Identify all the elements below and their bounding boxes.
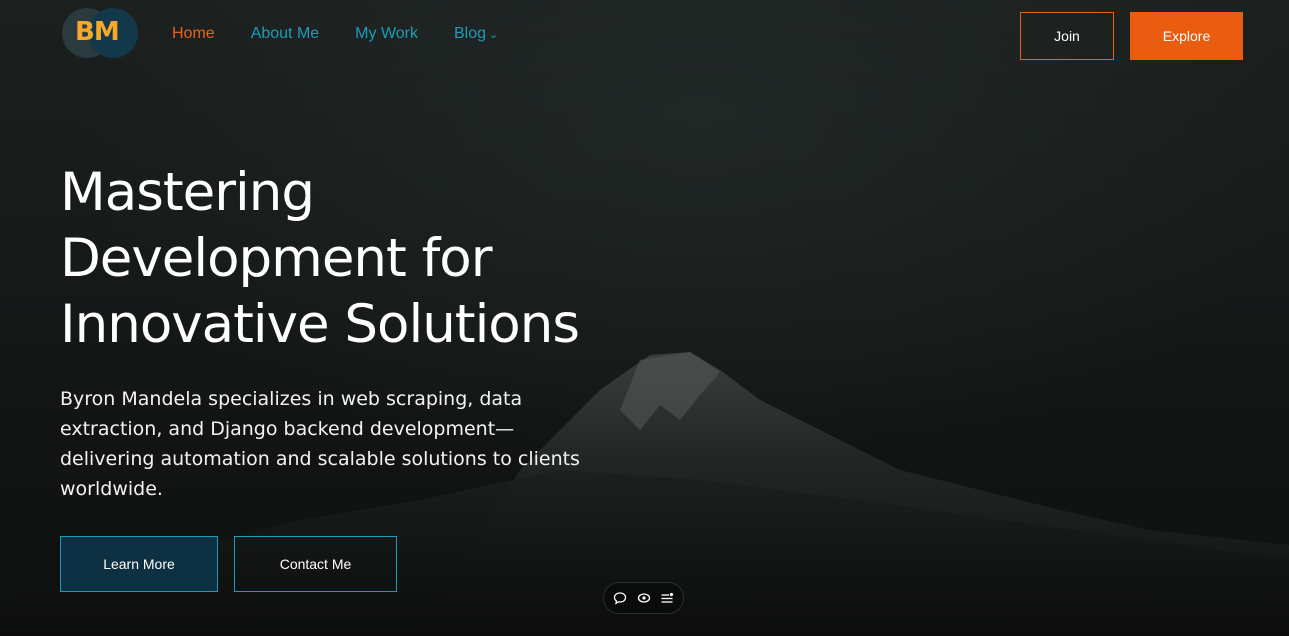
- top-navigation: BM Home About Me My Work Blog ⌄ Join Expl…: [0, 0, 1289, 72]
- nav-item-blog-label: Blog: [453, 25, 487, 42]
- list-menu-icon[interactable]: [659, 590, 675, 606]
- hero-description-line: worldwide.: [60, 478, 163, 500]
- floating-toolbar: [603, 582, 684, 614]
- join-button[interactable]: Join: [1020, 12, 1114, 60]
- hero-title-line: Mastering: [60, 162, 315, 223]
- eye-icon[interactable]: [636, 590, 652, 606]
- hero-description-line: Byron Mandela specializes in web scrapin…: [60, 388, 523, 410]
- contact-me-button[interactable]: Contact Me: [234, 536, 397, 592]
- explore-button[interactable]: Explore: [1130, 12, 1243, 60]
- nav-item-about-me[interactable]: About Me: [251, 25, 319, 43]
- hero-description: Byron Mandela specializes in web scrapin…: [60, 384, 620, 504]
- chat-bubble-icon[interactable]: [612, 590, 628, 606]
- nav-item-home[interactable]: Home: [172, 25, 215, 43]
- hero-description-line: extraction, and Django backend developme…: [60, 418, 515, 440]
- hero-title-line: Innovative Solutions: [60, 294, 580, 355]
- learn-more-button[interactable]: Learn More: [60, 536, 218, 592]
- site-logo[interactable]: BM: [62, 8, 140, 58]
- hero-title: Mastering Development for Innovative Sol…: [60, 160, 680, 358]
- hero-description-line: delivering automation and scalable solut…: [60, 448, 580, 470]
- main-menu: Home About Me My Work Blog ⌄: [172, 25, 534, 43]
- chevron-down-icon: ⌄: [489, 29, 499, 41]
- nav-item-blog[interactable]: Blog ⌄: [454, 25, 498, 43]
- logo-text: BM: [75, 17, 120, 47]
- nav-item-my-work[interactable]: My Work: [355, 25, 418, 43]
- hero-title-line: Development for: [60, 228, 493, 289]
